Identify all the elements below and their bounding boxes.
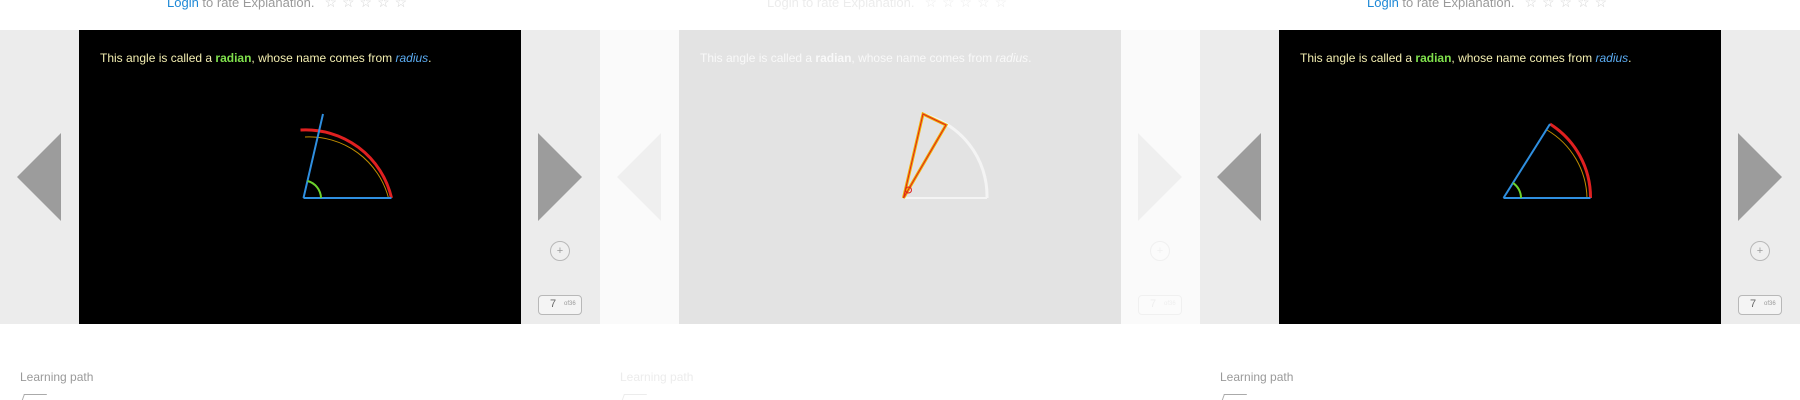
arc	[1549, 122, 1593, 199]
learning-path-label: Learning path	[620, 370, 694, 384]
learning-path-label: Learning path	[1220, 370, 1294, 384]
next-slide-icon[interactable]	[538, 133, 582, 221]
radian-diagram	[300, 113, 393, 199]
slide-canvas: This angle is called a radian, whose nam…	[79, 30, 521, 324]
slide-canvas: This angle is called a radian, whose nam…	[1279, 30, 1721, 324]
page-indicator[interactable]: 7 of36	[538, 295, 582, 315]
rating-prompt: to rate Explanation.	[1398, 0, 1515, 10]
slide-canvas: This angle is called a radian, whose nam…	[679, 30, 1121, 324]
page-current: 7	[1150, 298, 1157, 310]
radian-diagram	[902, 111, 989, 199]
angle-marker	[1512, 182, 1523, 199]
learning-path-icon[interactable]	[1219, 394, 1248, 400]
learning-path-icon[interactable]	[619, 394, 648, 400]
prev-slide-icon[interactable]	[17, 133, 61, 221]
page-total: of36	[1164, 301, 1176, 307]
rating-bar: Login to rate Explanation. ☆☆☆☆☆	[767, 0, 1012, 11]
rating-stars[interactable]: ☆☆☆☆☆	[924, 0, 1012, 10]
arc-ghost	[920, 112, 989, 199]
slide-stage: This angle is called a radian, whose nam…	[600, 30, 1200, 324]
radian-diagram	[1502, 122, 1593, 199]
radius-line	[1502, 123, 1551, 199]
prev-slide-icon[interactable]	[1217, 133, 1261, 221]
learning-path-label: Learning path	[20, 370, 94, 384]
page-indicator[interactable]: 7 of36	[1138, 295, 1182, 315]
page-current: 7	[1750, 298, 1757, 310]
next-slide-icon[interactable]	[1138, 133, 1182, 221]
login-link[interactable]: Login	[767, 0, 799, 10]
rating-bar: Login to rate Explanation. ☆☆☆☆☆	[167, 0, 412, 11]
sector-highlight	[902, 111, 949, 199]
rating-stars[interactable]: ☆☆☆☆☆	[1524, 0, 1612, 10]
page-total: of36	[564, 301, 576, 307]
slide-panel-left: Login to rate Explanation. ☆☆☆☆☆ This ang…	[0, 0, 600, 400]
learning-path-icon[interactable]	[19, 394, 48, 400]
zoom-icon[interactable]: +	[1150, 241, 1170, 261]
page-indicator[interactable]: 7 of36	[1738, 295, 1782, 315]
page-current: 7	[550, 298, 557, 310]
arc	[300, 128, 393, 199]
slide-stage: This angle is called a radian, whose nam…	[1200, 30, 1800, 324]
next-slide-icon[interactable]	[1738, 133, 1782, 221]
slide-stage: This angle is called a radian, whose nam…	[0, 30, 600, 324]
radius-line	[302, 113, 324, 199]
rating-stars[interactable]: ☆☆☆☆☆	[324, 0, 412, 10]
slide-panel-middle: Login to rate Explanation. ☆☆☆☆☆ This ang…	[600, 0, 1200, 400]
page-total: of36	[1764, 301, 1776, 307]
rating-prompt: to rate Explanation.	[798, 0, 915, 10]
rating-bar: Login to rate Explanation. ☆☆☆☆☆	[1367, 0, 1612, 11]
zoom-icon[interactable]: +	[1750, 241, 1770, 261]
prev-slide-icon[interactable]	[617, 133, 661, 221]
login-link[interactable]: Login	[167, 0, 199, 10]
zoom-icon[interactable]: +	[550, 241, 570, 261]
login-link[interactable]: Login	[1367, 0, 1399, 10]
angle-marker	[307, 180, 322, 199]
slide-panel-right: Login to rate Explanation. ☆☆☆☆☆ This ang…	[1200, 0, 1800, 400]
rating-prompt: to rate Explanation.	[198, 0, 315, 10]
